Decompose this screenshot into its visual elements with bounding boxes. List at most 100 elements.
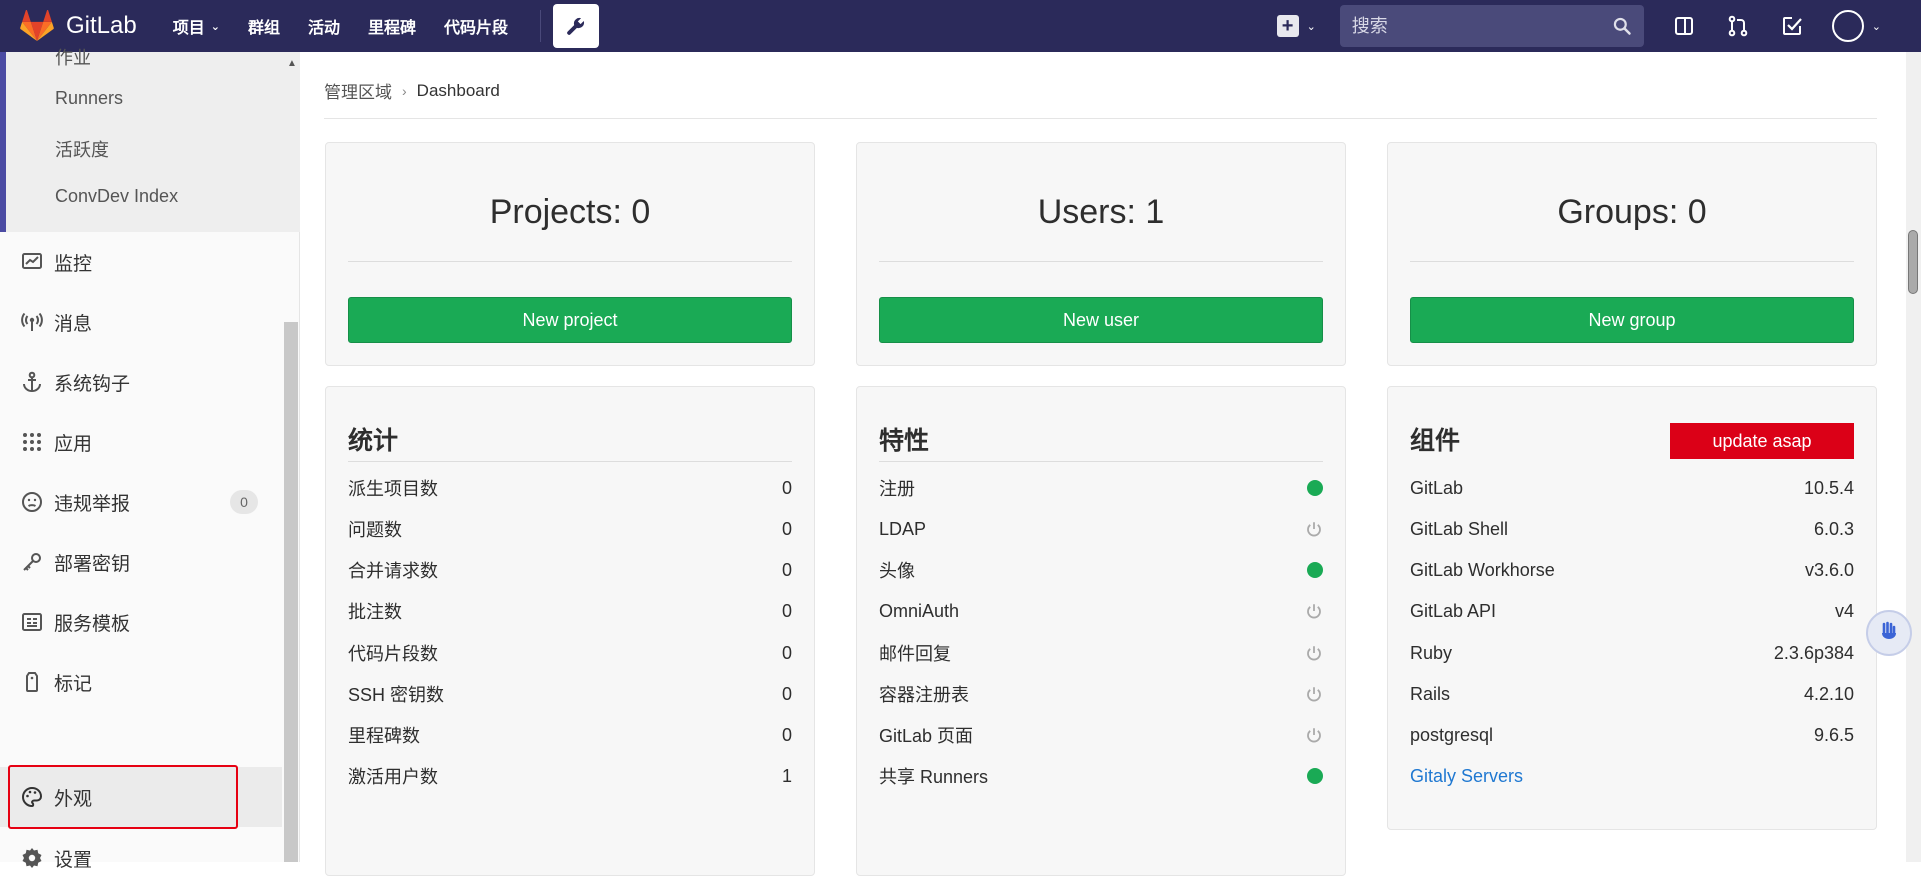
nav-groups[interactable]: 群组 bbox=[248, 14, 280, 38]
breadcrumb-admin-area[interactable]: 管理区域 bbox=[324, 78, 392, 103]
enabled-status-icon bbox=[1307, 480, 1323, 496]
sidebar-item-system-hooks[interactable]: 系统钩子 bbox=[0, 352, 282, 412]
row-label: 派生项目数 bbox=[348, 479, 438, 499]
row-value: 0 bbox=[781, 559, 792, 580]
new-user-button[interactable]: New user bbox=[879, 297, 1323, 343]
scroll-up-arrow-icon[interactable]: ▲ bbox=[287, 58, 297, 69]
power-off-icon bbox=[1307, 604, 1321, 619]
table-row: 合并请求数 0 bbox=[348, 555, 792, 585]
table-row: GitLab 10.5.4 bbox=[1410, 473, 1854, 503]
nav-snippets[interactable]: 代码片段 bbox=[444, 14, 508, 38]
floating-assistant-button[interactable] bbox=[1866, 610, 1912, 656]
sidebar-item-label: 设置 bbox=[54, 849, 93, 871]
row-value: 10.5.4 bbox=[1803, 477, 1854, 498]
sidebar-subitem-activity[interactable]: 活跃度 bbox=[55, 136, 109, 162]
admin-area-button[interactable] bbox=[553, 4, 600, 48]
gitaly-servers-link[interactable]: Gitaly Servers bbox=[1410, 766, 1523, 787]
sidebar-toggle-button[interactable] bbox=[1670, 12, 1698, 40]
users-count: Users: 1 bbox=[1037, 193, 1165, 231]
components-card: 组件 update asap GitLab 10.5.4 GitLab Shell… bbox=[1387, 386, 1877, 830]
new-group-button[interactable]: New group bbox=[1410, 297, 1854, 343]
sidebar-item-label: 部署密钥 bbox=[54, 553, 131, 575]
sidebar-item-service-templates[interactable]: 服务模板 bbox=[0, 592, 282, 652]
card-divider bbox=[348, 461, 792, 462]
plus-icon: + bbox=[1276, 15, 1299, 37]
row-value: 0 bbox=[781, 642, 792, 663]
enabled-status-icon bbox=[1307, 768, 1323, 784]
row-value: 0 bbox=[781, 477, 792, 498]
nav-projects[interactable]: 项目 ⌄ bbox=[173, 14, 220, 38]
user-menu[interactable]: ⌄ bbox=[1831, 10, 1881, 42]
sidebar-subitem-runners[interactable]: Runners bbox=[55, 88, 123, 109]
table-row: 里程碑数 0 bbox=[348, 720, 792, 750]
row-value: 0 bbox=[781, 724, 792, 745]
sidebar-submenu: 作业 Runners 活跃度 ConvDev Index ▲ bbox=[0, 48, 300, 232]
row-label: 问题数 bbox=[348, 520, 402, 540]
features-title: 特性 bbox=[879, 427, 930, 455]
sidebar-item-monitoring[interactable]: 监控 bbox=[0, 232, 282, 292]
sidebar-item-labels[interactable]: 标记 bbox=[0, 652, 282, 712]
admin-sidebar: 作业 Runners 活跃度 ConvDev Index ▲ 监控 消息 系统钩… bbox=[0, 48, 300, 871]
sidebar-item-deploy-keys[interactable]: 部署密钥 bbox=[0, 532, 282, 592]
sidebar-item-label: 违规举报 bbox=[54, 493, 131, 515]
table-row: 共享 Runners bbox=[879, 761, 1323, 791]
sidebar-subitem-jobs[interactable]: 作业 bbox=[55, 44, 91, 70]
sidebar-item-applications[interactable]: 应用 bbox=[0, 412, 282, 472]
anchor-icon bbox=[23, 371, 41, 392]
sidebar-subitem-convdev[interactable]: ConvDev Index bbox=[55, 186, 178, 207]
sidebar-item-label: 服务模板 bbox=[54, 613, 131, 635]
gitlab-logo[interactable]: GitLab bbox=[20, 10, 137, 42]
wrench-icon bbox=[567, 17, 585, 35]
sidebar-scrollbar[interactable] bbox=[284, 322, 298, 862]
statistics-card: 统计 派生项目数 0 问题数 0 合并请求数 0 批注数 0 代码片段数 0 SSH 密钥… bbox=[325, 386, 815, 876]
new-dropdown-button[interactable]: + ⌄ bbox=[1276, 15, 1316, 37]
sidebar-item-settings[interactable]: 设置 bbox=[0, 828, 282, 888]
row-label: GitLab API bbox=[1410, 600, 1497, 621]
row-value: 6.0.3 bbox=[1813, 518, 1854, 539]
table-row: OmniAuth bbox=[879, 596, 1323, 626]
merge-request-icon bbox=[1728, 15, 1748, 37]
search-box[interactable] bbox=[1339, 5, 1644, 47]
row-label: 容器注册表 bbox=[879, 685, 969, 705]
update-asap-badge[interactable]: update asap bbox=[1670, 423, 1854, 459]
card-divider bbox=[879, 261, 1323, 262]
table-row: 邮件回复 bbox=[879, 638, 1323, 668]
search-input[interactable] bbox=[1351, 15, 1612, 37]
table-row: Rails 4.2.10 bbox=[1410, 679, 1854, 709]
row-label: Ruby bbox=[1410, 642, 1453, 663]
merge-requests-button[interactable] bbox=[1724, 12, 1752, 40]
power-off-icon bbox=[1307, 687, 1321, 702]
table-row: 问题数 0 bbox=[348, 514, 792, 544]
table-row: 头像 bbox=[879, 555, 1323, 585]
nav-milestones[interactable]: 里程碑 bbox=[368, 14, 416, 38]
nav-activity[interactable]: 活动 bbox=[308, 14, 340, 38]
row-label: OmniAuth bbox=[879, 600, 960, 621]
sidebar-item-broadcast[interactable]: 消息 bbox=[0, 292, 282, 352]
row-value: 1 bbox=[781, 765, 792, 786]
sidebar-item-abuse-reports[interactable]: 违规举报 0 bbox=[0, 472, 282, 532]
projects-card: Projects: 0 New project bbox=[325, 142, 815, 366]
page-scrollbar-track[interactable] bbox=[1906, 52, 1921, 862]
breadcrumb: 管理区域 › Dashboard bbox=[324, 78, 500, 103]
brand-name: GitLab bbox=[66, 12, 137, 39]
table-row: GitLab Workhorse v3.6.0 bbox=[1410, 555, 1854, 585]
table-row: 激活用户数 1 bbox=[348, 761, 792, 791]
table-row: GitLab API v4 bbox=[1410, 596, 1854, 626]
row-value: 2.3.6p384 bbox=[1773, 642, 1854, 663]
groups-count: Groups: 0 bbox=[1557, 193, 1707, 231]
page-scrollbar-thumb[interactable] bbox=[1908, 230, 1918, 294]
new-project-button[interactable]: New project bbox=[348, 297, 792, 343]
breadcrumb-divider bbox=[324, 118, 1877, 119]
chevron-down-icon: ⌄ bbox=[1871, 20, 1881, 33]
table-row: 容器注册表 bbox=[879, 679, 1323, 709]
table-row: 派生项目数 0 bbox=[348, 473, 792, 503]
sidebar-item-label: 消息 bbox=[54, 313, 93, 335]
chevron-right-icon: › bbox=[402, 82, 407, 99]
template-icon bbox=[22, 613, 42, 631]
broadcast-icon bbox=[21, 312, 43, 331]
row-value: 0 bbox=[781, 518, 792, 539]
projects-count: Projects: 0 bbox=[489, 193, 651, 231]
breadcrumb-current: Dashboard bbox=[416, 80, 500, 100]
chevron-down-icon: ⌄ bbox=[1306, 20, 1316, 33]
todos-button[interactable] bbox=[1778, 12, 1806, 40]
